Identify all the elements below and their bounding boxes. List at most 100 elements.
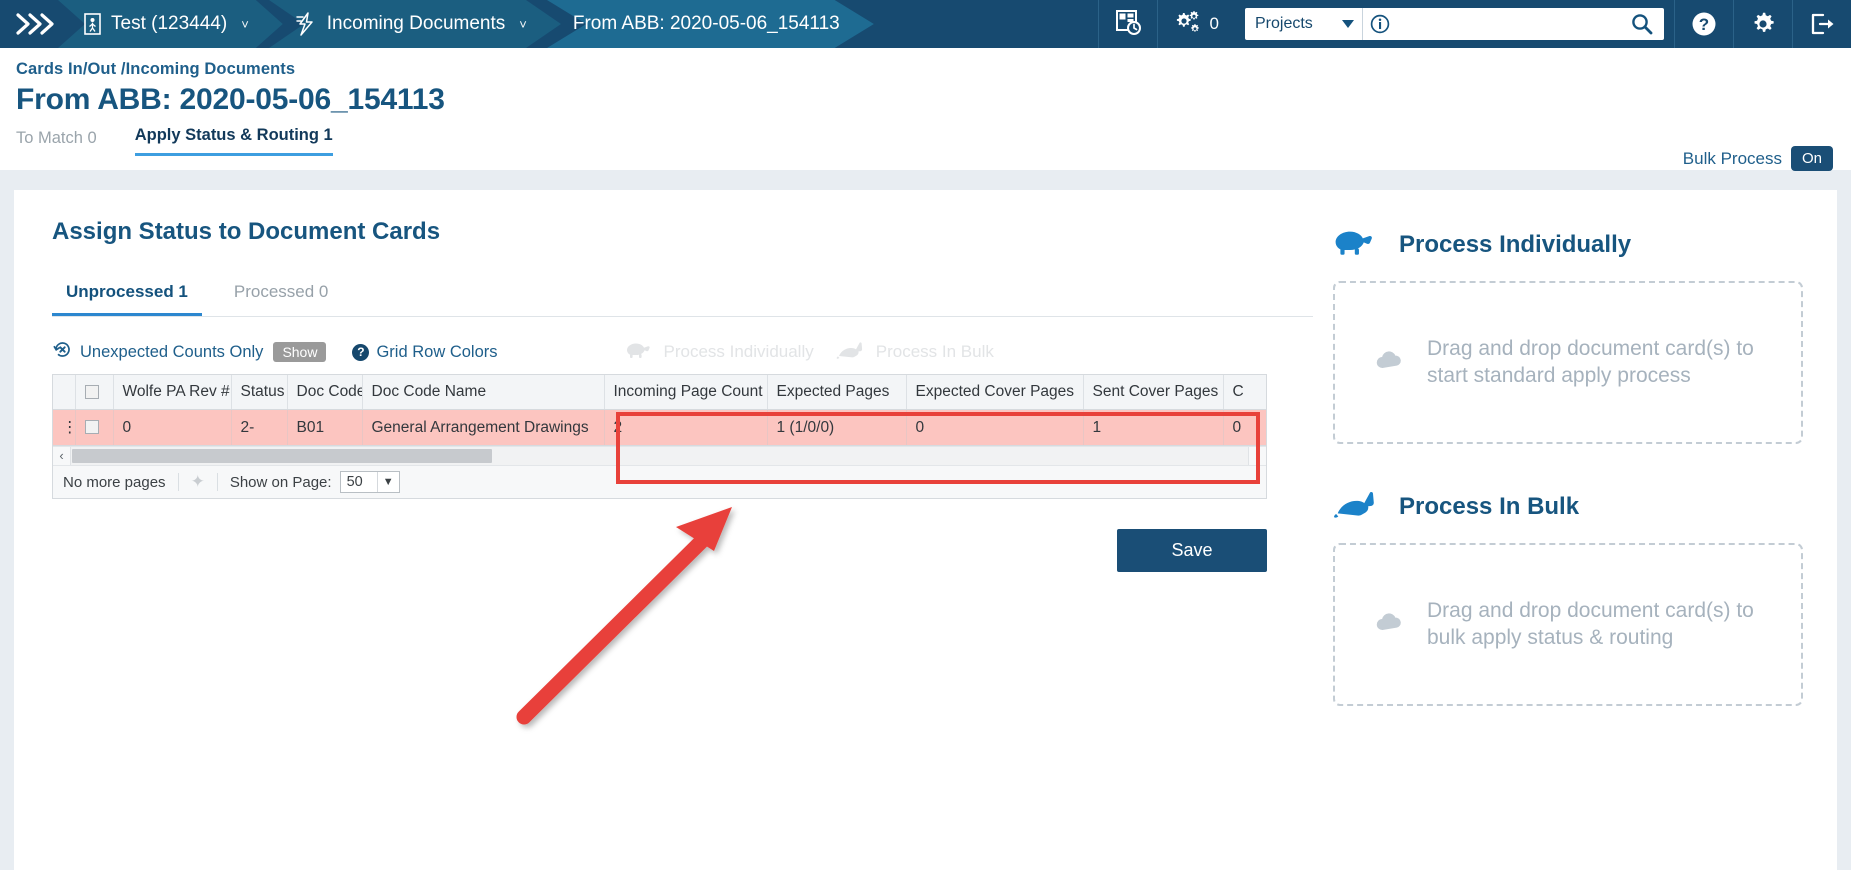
chevron-down-icon[interactable] [1342, 20, 1354, 28]
breadcrumb-current-label: From ABB: 2020-05-06_154113 [572, 13, 840, 34]
grid-toolbar: Unexpected Counts Only Show ? Grid Row C… [52, 339, 1313, 365]
select-all-checkbox[interactable] [84, 384, 99, 399]
breadcrumb-project-label: Test (123444) [111, 13, 228, 34]
col-drag-handle [53, 375, 76, 410]
col-truncated[interactable]: C [1223, 375, 1266, 410]
col-doc-code[interactable]: Doc Code [287, 375, 363, 410]
app-logo-icon[interactable] [0, 0, 72, 48]
col-incoming-page-count[interactable]: Incoming Page Count [604, 375, 768, 410]
row-select-cell[interactable] [75, 409, 114, 446]
help-button[interactable]: ? [1674, 0, 1733, 48]
page-title: From ABB: 2020-05-06_154113 [16, 83, 445, 116]
svg-text:?: ? [1699, 15, 1709, 34]
help-circle-icon: ? [1692, 12, 1716, 36]
document-cards-grid: Wolfe PA Rev # Status Doc Code Doc Code … [52, 374, 1267, 499]
cell-wolfe-pa-rev: 0 [113, 409, 232, 446]
grid-row-colors-help[interactable]: ? Grid Row Colors [352, 342, 498, 362]
search-button[interactable] [1620, 8, 1664, 40]
process-in-bulk-button-disabled: Process In Bulk [836, 340, 994, 365]
rabbit-icon [1333, 488, 1383, 525]
turtle-icon [626, 340, 656, 365]
turtle-icon [1333, 226, 1383, 263]
show-toggle-badge[interactable]: Show [273, 342, 327, 362]
grid-header-row: Wolfe PA Rev # Status Doc Code Doc Code … [53, 375, 1266, 410]
page-body: Assign Status to Document Cards Unproces… [0, 170, 1851, 870]
cell-doc-code-name: General Arrangement Drawings [362, 409, 605, 446]
process-in-bulk-title: Process In Bulk [1399, 492, 1580, 520]
tab-to-match[interactable]: To Match 0 [16, 129, 97, 156]
grid-horizontal-scrollbar[interactable]: ‹ › [53, 446, 1266, 465]
tab-apply-status-routing[interactable]: Apply Status & Routing 1 [134, 126, 333, 156]
recent-items-button[interactable] [1097, 0, 1157, 48]
col-expected-cover-pages[interactable]: Expected Cover Pages [906, 375, 1084, 410]
process-in-bulk-header: Process In Bulk [1333, 488, 1803, 525]
cell-expected-cover-pages: 0 [906, 409, 1084, 446]
page-header: Cards In/Out /Incoming Documents From AB… [0, 48, 1851, 171]
bulk-process-state[interactable]: On [1790, 146, 1833, 171]
no-more-pages-label: No more pages [63, 473, 166, 491]
cell-incoming-page-count: 2 [604, 409, 768, 446]
bulk-process-toggle[interactable]: Bulk Process On [1683, 146, 1833, 171]
breadcrumb-segment-current[interactable]: From ABB: 2020-05-06_154113 [546, 0, 874, 48]
col-select-all[interactable] [75, 375, 114, 410]
lightning-bolt-icon [295, 12, 317, 36]
search-input[interactable] [1397, 8, 1620, 40]
grid-panel: Assign Status to Document Cards Unproces… [52, 218, 1313, 870]
col-sent-cover-pages[interactable]: Sent Cover Pages [1083, 375, 1224, 410]
loading-spinner-icon[interactable]: ✦ [191, 472, 205, 492]
chevron-down-icon[interactable]: ˅ [519, 17, 527, 32]
col-wolfe-pa-rev[interactable]: Wolfe PA Rev # [113, 375, 232, 410]
global-search-group: Projects [1235, 0, 1674, 48]
unexpected-counts-filter[interactable]: Unexpected Counts Only Show [52, 339, 327, 365]
processing-panel: Process Individually Drag and drop docum… [1333, 218, 1803, 870]
row-drag-handle[interactable]: ⋮ [53, 409, 76, 446]
dropzone-individual[interactable]: Drag and drop document card(s) to start … [1333, 281, 1803, 444]
scroll-thumb[interactable] [72, 449, 492, 463]
top-navigation-bar: Test (123444) ˅ Incoming Documents ˅ Fro… [0, 0, 1851, 48]
pending-tasks-count: 0 [1209, 14, 1219, 33]
search-info-button[interactable] [1363, 14, 1397, 34]
cell-truncated: 0 [1223, 409, 1266, 446]
search-icon [1632, 14, 1653, 35]
scroll-right-icon[interactable]: › [1248, 447, 1266, 465]
process-individually-title: Process Individually [1399, 230, 1632, 258]
breadcrumb-segment-module[interactable]: Incoming Documents ˅ [268, 0, 561, 48]
grid-table: Wolfe PA Rev # Status Doc Code Doc Code … [53, 375, 1266, 446]
pending-tasks-button[interactable]: 0 [1156, 0, 1235, 48]
settings-button[interactable] [1733, 0, 1792, 48]
show-on-page-value: 50 [346, 474, 363, 490]
content-card: Assign Status to Document Cards Unproces… [14, 190, 1837, 870]
row-checkbox[interactable] [84, 420, 99, 435]
dropzone-bulk-text: Drag and drop document card(s) to bulk a… [1427, 599, 1754, 649]
breadcrumb-segment-project[interactable]: Test (123444) ˅ [58, 0, 283, 48]
search-scope-select[interactable]: Projects [1245, 8, 1363, 40]
col-doc-code-name[interactable]: Doc Code Name [362, 375, 605, 410]
tab-processed[interactable]: Processed 0 [220, 276, 343, 316]
scroll-left-icon[interactable]: ‹ [53, 447, 71, 465]
info-circle-icon [1370, 14, 1390, 34]
dropzone-bulk[interactable]: Drag and drop document card(s) to bulk a… [1333, 543, 1803, 706]
cell-status: 2- [231, 409, 288, 446]
process-in-bulk-label: Process In Bulk [875, 342, 994, 361]
gears-icon [1174, 9, 1202, 40]
show-on-page-label: Show on Page: [229, 473, 332, 491]
grid-row-colors-label: Grid Row Colors [376, 342, 498, 361]
cell-doc-code: B01 [287, 409, 363, 446]
unexpected-counts-label: Unexpected Counts Only [80, 342, 264, 361]
breadcrumb[interactable]: Cards In/Out /Incoming Documents [16, 60, 1851, 79]
tab-unprocessed[interactable]: Unprocessed 1 [52, 276, 202, 316]
processing-tabs: Unprocessed 1 Processed 0 [52, 276, 1313, 317]
logout-button[interactable] [1792, 0, 1851, 48]
chevron-down-icon[interactable]: ˅ [241, 17, 249, 32]
cell-sent-cover-pages: 1 [1083, 409, 1224, 446]
col-status[interactable]: Status [231, 375, 288, 410]
cloud-upload-icon [1375, 610, 1405, 639]
table-row[interactable]: ⋮ 0 2- B01 General Arrangement Drawings … [53, 409, 1266, 446]
refresh-x-icon[interactable] [52, 339, 73, 365]
page-tabs: To Match 0 Apply Status & Routing 1 [16, 126, 1851, 156]
save-button[interactable]: Save [1117, 529, 1267, 572]
col-expected-pages[interactable]: Expected Pages [767, 375, 907, 410]
show-on-page-select[interactable]: 50 ▼ [339, 471, 400, 493]
chevron-down-icon[interactable]: ▼ [376, 472, 399, 492]
help-circle-icon[interactable]: ? [352, 343, 370, 361]
